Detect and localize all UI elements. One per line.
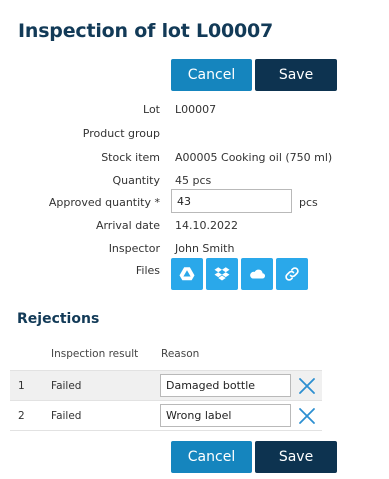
rejections-title: Rejections — [17, 311, 100, 327]
arrival-date-value: 14.10.2022 — [175, 219, 238, 232]
google-drive-icon — [179, 267, 195, 281]
onedrive-icon — [250, 269, 266, 279]
close-icon[interactable] — [298, 407, 316, 425]
google-drive-button[interactable] — [171, 258, 203, 290]
lot-label: Lot — [143, 103, 160, 116]
files-label: Files — [135, 264, 160, 277]
reason-input[interactable]: Wrong label — [160, 404, 291, 427]
link-button[interactable] — [276, 258, 308, 290]
approved-quantity-unit: pcs — [299, 196, 318, 209]
dropbox-button[interactable] — [206, 258, 238, 290]
row-index: 2 — [18, 410, 25, 422]
reason-input[interactable]: Damaged bottle — [160, 374, 291, 397]
close-icon[interactable] — [298, 377, 316, 395]
dropbox-icon — [214, 267, 230, 281]
quantity-label: Quantity — [112, 174, 160, 187]
stock-item-label: Stock item — [101, 151, 160, 164]
lot-value: L00007 — [175, 103, 217, 116]
table-divider — [10, 430, 322, 431]
link-icon — [285, 267, 299, 281]
cancel-button[interactable]: Cancel — [171, 441, 252, 473]
row-index: 1 — [18, 380, 25, 392]
inspector-label: Inspector — [108, 242, 160, 255]
quantity-value: 45 pcs — [175, 174, 212, 187]
save-button[interactable]: Save — [255, 441, 337, 473]
stock-item-value: A00005 Cooking oil (750 ml) — [175, 151, 333, 164]
product-group-label: Product group — [82, 127, 160, 140]
row-result: Failed — [51, 410, 82, 422]
arrival-date-label: Arrival date — [95, 219, 160, 232]
approved-quantity-input[interactable]: 43 — [171, 189, 292, 213]
onedrive-button[interactable] — [241, 258, 273, 290]
column-header-inspection-result: Inspection result — [51, 348, 139, 360]
row-result: Failed — [51, 380, 82, 392]
cancel-button[interactable]: Cancel — [171, 59, 252, 91]
page-title: Inspection of lot L00007 — [18, 20, 274, 42]
inspector-value: John Smith — [175, 242, 235, 255]
column-header-reason: Reason — [161, 348, 200, 360]
approved-quantity-label: Approved quantity * — [48, 196, 160, 209]
save-button[interactable]: Save — [255, 59, 337, 91]
